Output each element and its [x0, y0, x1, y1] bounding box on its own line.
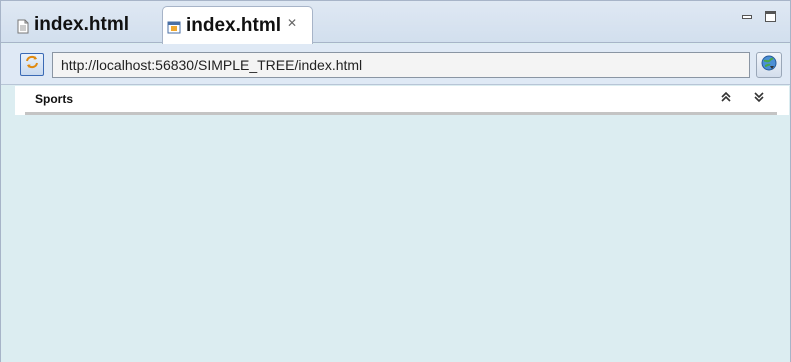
page-left-margin — [1, 86, 15, 362]
tab-index-html-browser[interactable]: index.html ✕ — [162, 6, 313, 44]
refresh-button[interactable] — [20, 53, 44, 76]
browser-page-icon — [167, 18, 181, 34]
refresh-icon — [24, 54, 40, 75]
browser-toolbar — [1, 44, 790, 85]
go-button[interactable] — [756, 52, 782, 78]
tab-index-html-source[interactable]: index.html — [5, 7, 155, 43]
expand-all-button[interactable] — [751, 91, 767, 107]
tree-header: Sports — [15, 86, 789, 115]
collapse-all-button[interactable] — [718, 91, 734, 107]
url-input[interactable] — [52, 52, 750, 78]
browser-editor-frame: index.html index.html ✕ http://localhost… — [0, 0, 791, 362]
collapse-all-icon — [720, 90, 732, 108]
close-icon[interactable]: ✕ — [287, 16, 297, 30]
maximize-icon[interactable] — [765, 11, 776, 22]
tab-label: index.html — [186, 14, 282, 36]
expand-all-icon — [753, 90, 765, 108]
tree-title: Sports — [35, 92, 74, 106]
tree-content-area — [15, 115, 789, 362]
html-file-icon — [17, 18, 29, 33]
tab-bar: index.html index.html ✕ — [1, 1, 790, 44]
globe-go-icon — [760, 54, 778, 77]
minimize-icon[interactable] — [741, 11, 752, 22]
tab-label: index.html — [34, 14, 130, 35]
